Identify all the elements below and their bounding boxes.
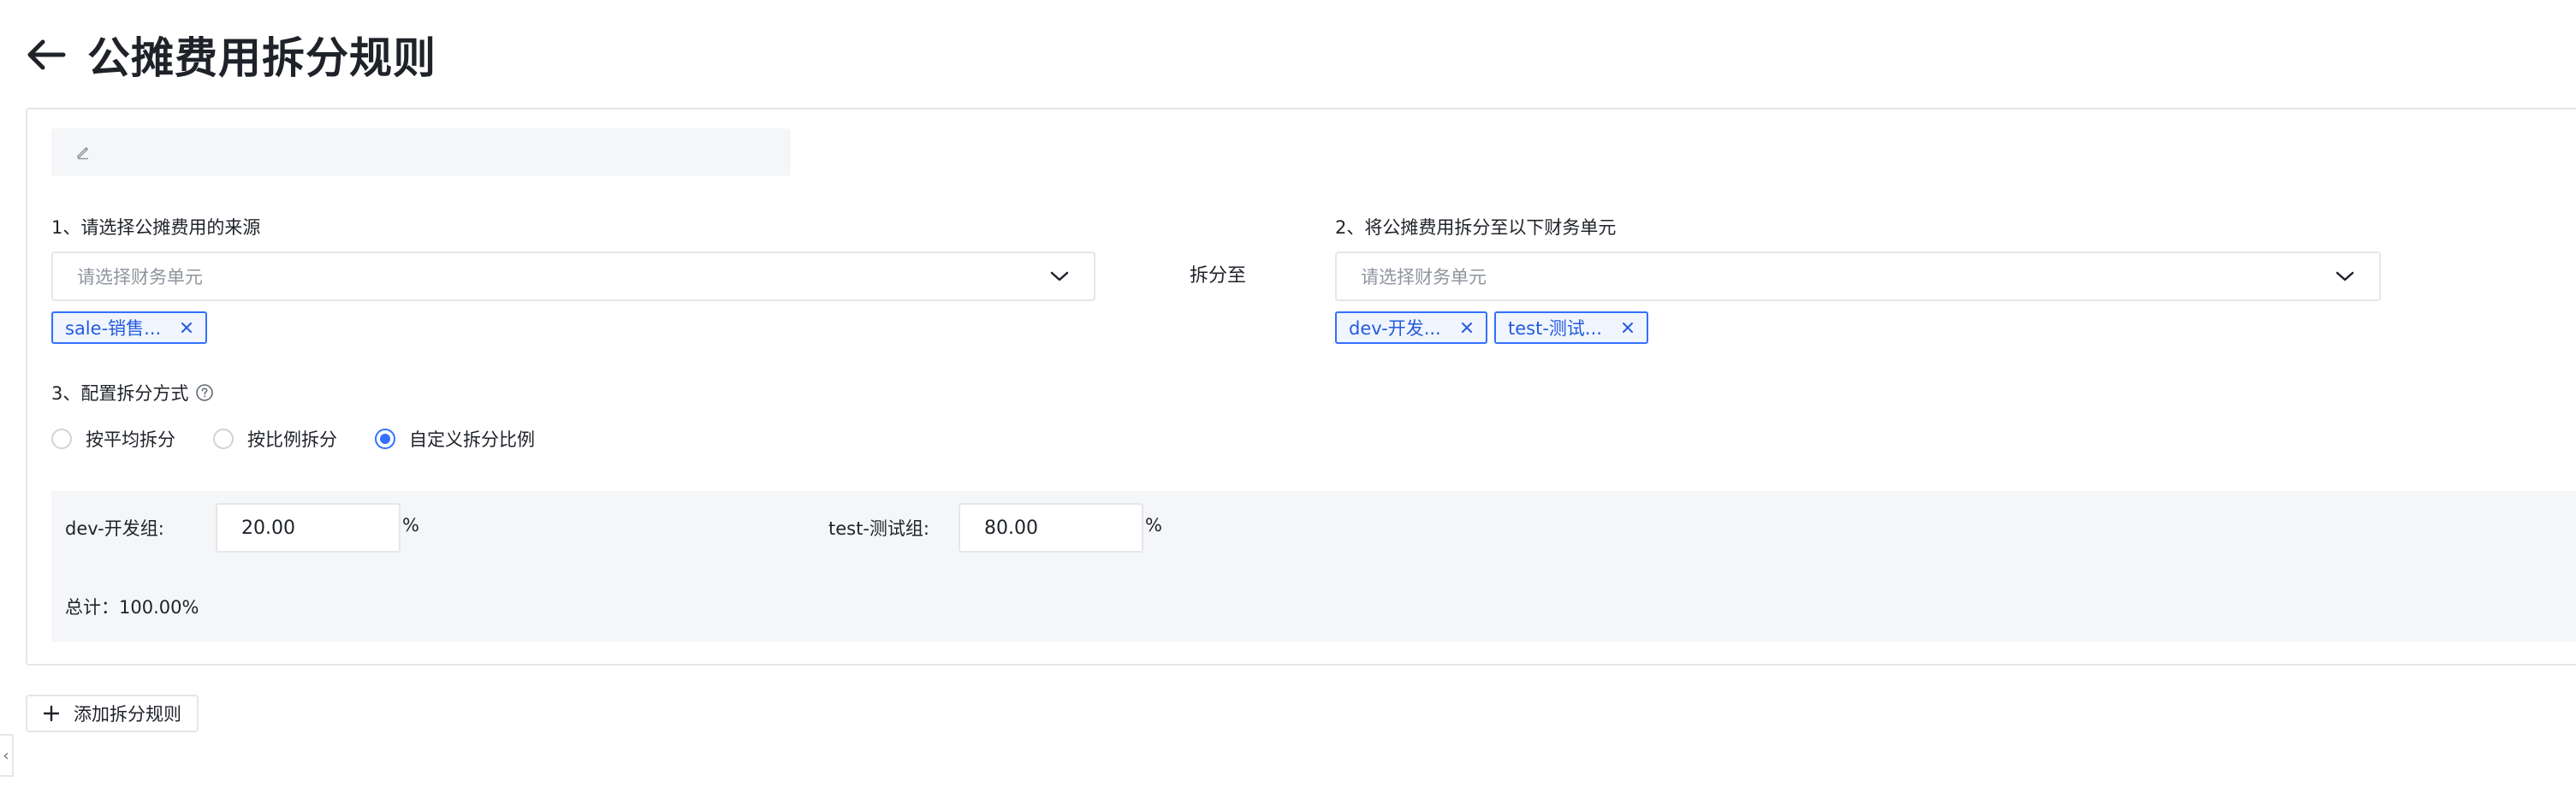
rule-name-input[interactable] — [51, 128, 791, 176]
ratio-total: 总计：100.00% — [65, 597, 199, 618]
percent-unit: % — [402, 515, 419, 536]
close-icon[interactable] — [180, 321, 193, 334]
radio-label: 按比例拆分 — [247, 429, 337, 450]
target-select-placeholder: 请选择财务单元 — [1361, 267, 1487, 287]
radio-proportional-split[interactable]: 按比例拆分 — [213, 426, 337, 452]
add-rule-label: 添加拆分规则 — [74, 704, 181, 725]
chevron-down-icon — [1050, 271, 1069, 281]
target-tag-label: test-测试... — [1508, 318, 1602, 339]
page-header: 公摊费用拆分规则 — [22, 24, 436, 86]
radio-label: 自定义拆分比例 — [409, 429, 535, 450]
ratio-label-dev: dev-开发组: — [65, 518, 164, 539]
pencil-icon[interactable] — [75, 145, 91, 160]
ratio-label-test: test-测试组: — [828, 518, 929, 539]
ratio-input-dev[interactable]: 20.00 — [216, 503, 401, 553]
target-tag-dev: dev-开发... — [1335, 311, 1487, 344]
source-select-placeholder: 请选择财务单元 — [77, 267, 203, 287]
method-section-label: 3、配置拆分方式 — [51, 380, 214, 405]
target-tag-label: dev-开发... — [1349, 318, 1441, 339]
radio-circle[interactable] — [375, 429, 395, 449]
split-to-label: 拆分至 — [1190, 265, 1247, 287]
chevron-down-icon — [2336, 271, 2354, 281]
split-rule-card: 1、请选择公摊费用的来源 请选择财务单元 sale-销售... 拆分至 2、将公… — [26, 108, 2576, 666]
radio-custom-ratio[interactable]: 自定义拆分比例 — [375, 426, 535, 452]
method-section-text: 3、配置拆分方式 — [51, 383, 189, 404]
split-method-radio-group: 按平均拆分 按比例拆分 自定义拆分比例 — [51, 426, 573, 452]
add-split-rule-button[interactable]: 添加拆分规则 — [26, 695, 199, 732]
arrow-left-icon — [27, 39, 66, 70]
target-tag-test: test-测试... — [1494, 311, 1648, 344]
question-circle-icon[interactable] — [195, 383, 214, 402]
source-select[interactable]: 请选择财务单元 — [51, 252, 1095, 301]
close-icon[interactable] — [1460, 321, 1474, 334]
radio-label: 按平均拆分 — [86, 429, 175, 450]
target-section-label: 2、将公摊费用拆分至以下财务单元 — [1335, 217, 1617, 238]
source-tag-label: sale-销售... — [65, 318, 162, 339]
radio-circle[interactable] — [213, 429, 234, 449]
plus-icon — [43, 705, 60, 722]
ratio-input-test[interactable]: 80.00 — [959, 503, 1143, 553]
back-button[interactable] — [22, 31, 70, 79]
custom-ratio-panel: dev-开发组: 20.00 % test-测试组: 80.00 % 总计：10… — [51, 491, 2576, 642]
source-section-label: 1、请选择公摊费用的来源 — [51, 217, 261, 238]
radio-average-split[interactable]: 按平均拆分 — [51, 426, 175, 452]
target-select[interactable]: 请选择财务单元 — [1335, 252, 2381, 301]
percent-unit: % — [1145, 515, 1162, 536]
radio-circle[interactable] — [51, 429, 72, 449]
close-icon[interactable] — [1621, 321, 1635, 334]
page-title: 公摊费用拆分规则 — [87, 33, 436, 83]
sidebar-collapse-handle[interactable]: ‹ — [0, 734, 14, 777]
source-tag: sale-销售... — [51, 311, 208, 344]
